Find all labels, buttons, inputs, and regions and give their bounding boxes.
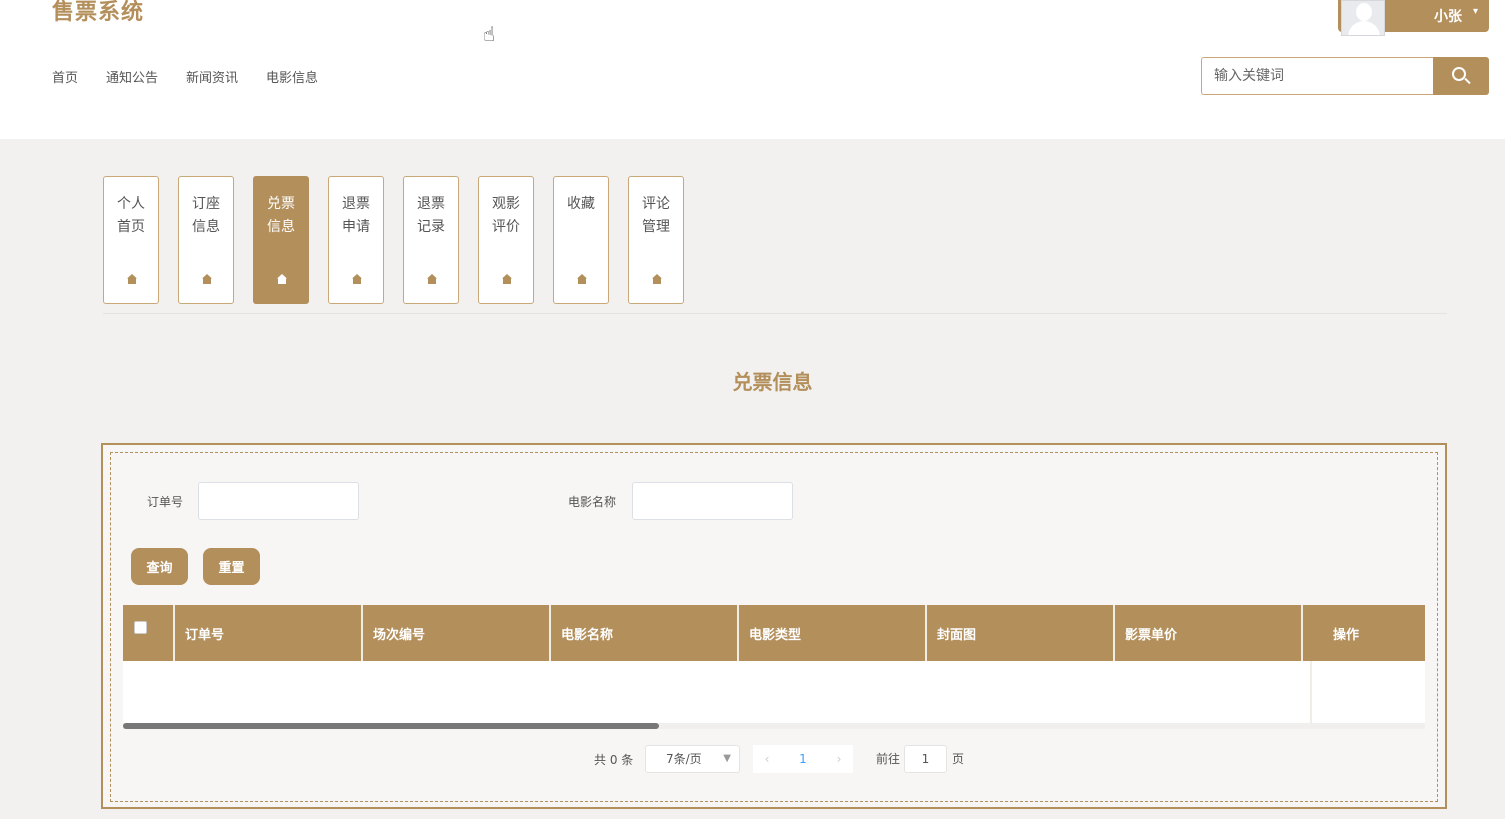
caret-down-icon[interactable]: ▾ <box>1473 6 1478 17</box>
movie-name-input[interactable] <box>632 482 793 520</box>
table-header-select <box>123 605 175 661</box>
reset-button[interactable]: 重置 <box>203 548 260 585</box>
column-header-movie-type[interactable]: 电影类型 <box>739 605 927 661</box>
tab-label: 观影评价 <box>492 196 520 235</box>
table-body-empty <box>123 661 1425 723</box>
column-header-session-no[interactable]: 场次编号 <box>363 605 551 661</box>
nav-item-notices[interactable]: 通知公告 <box>106 67 158 86</box>
tab-label: 退票申请 <box>342 196 370 235</box>
search-button[interactable] <box>1433 57 1489 95</box>
column-header-actions: 操作 <box>1333 627 1360 643</box>
next-page-button[interactable]: › <box>825 745 853 773</box>
search-input[interactable] <box>1201 57 1433 95</box>
nav-item-news[interactable]: 新闻资讯 <box>186 67 238 86</box>
column-header-order-no[interactable]: 订单号 <box>175 605 363 661</box>
query-button[interactable]: 查询 <box>131 548 188 585</box>
table-header: 订单号 场次编号 电影名称 电影类型 封面图 影票单价 操作 <box>123 605 1425 661</box>
search-bar <box>1201 57 1489 95</box>
home-icon <box>652 274 662 284</box>
column-header-movie-name[interactable]: 电影名称 <box>551 605 739 661</box>
tab-label: 收藏 <box>567 196 595 212</box>
home-icon <box>127 274 137 284</box>
avatar[interactable] <box>1341 0 1385 36</box>
home-icon <box>202 274 212 284</box>
tab-label: 评论管理 <box>642 196 670 235</box>
page-size-value: 7条/页 <box>666 752 702 766</box>
tab-refund-record[interactable]: 退票记录 <box>403 176 459 304</box>
tab-personal-home[interactable]: 个人首页 <box>103 176 159 304</box>
app-logo-title[interactable]: 售票系统 <box>52 0 144 26</box>
page-title: 兑票信息 <box>732 370 813 394</box>
goto-label: 前往 <box>876 752 901 766</box>
goto-page-input[interactable]: 1 <box>904 745 947 773</box>
select-all-checkbox[interactable] <box>134 621 147 634</box>
nav-item-home[interactable]: 首页 <box>52 67 78 86</box>
column-header-ticket-price[interactable]: 影票单价 <box>1115 605 1303 661</box>
tab-seat-booking[interactable]: 订座信息 <box>178 176 234 304</box>
home-icon <box>502 274 512 284</box>
page-size-select[interactable]: 7条/页 ▼ <box>645 745 740 773</box>
fixed-column-divider <box>1310 661 1312 723</box>
tab-ticket-redeem[interactable]: 兑票信息 <box>253 176 309 304</box>
tab-comment-management[interactable]: 评论管理 <box>628 176 684 304</box>
tab-label: 兑票信息 <box>267 196 295 235</box>
chevron-left-icon: ‹ <box>764 752 770 766</box>
home-icon <box>427 274 437 284</box>
user-menu[interactable]: 小张 ▾ <box>1338 0 1489 36</box>
tab-label: 个人首页 <box>117 196 145 235</box>
main-nav: 首页 通知公告 新闻资讯 电影信息 <box>52 67 318 86</box>
home-icon <box>277 274 287 284</box>
horizontal-scrollbar[interactable] <box>123 723 1425 729</box>
user-center-tabs: 个人首页 订座信息 兑票信息 退票申请 退票记录 观影评价 收藏 评论管理 <box>103 176 684 304</box>
scrollbar-thumb[interactable] <box>123 723 659 729</box>
order-no-input[interactable] <box>198 482 359 520</box>
home-icon <box>352 274 362 284</box>
goto-suffix: 页 <box>952 752 965 766</box>
tab-favorites[interactable]: 收藏 <box>553 176 609 304</box>
tab-movie-review[interactable]: 观影评价 <box>478 176 534 304</box>
prev-page-button[interactable]: ‹ <box>753 745 781 773</box>
tab-refund-request[interactable]: 退票申请 <box>328 176 384 304</box>
nav-item-movies[interactable]: 电影信息 <box>266 67 318 86</box>
movie-name-label: 电影名称 <box>568 495 617 509</box>
tab-label: 退票记录 <box>417 196 445 235</box>
divider <box>103 313 1447 314</box>
tab-label: 订座信息 <box>192 196 220 235</box>
hand-cursor-icon: ☝ <box>483 22 496 46</box>
user-name[interactable]: 小张 <box>1434 6 1462 26</box>
chevron-down-icon: ▼ <box>723 753 731 764</box>
pagination-total: 共 0 条 <box>594 752 634 767</box>
page-number-current[interactable]: 1 <box>781 745 825 773</box>
column-header-cover[interactable]: 封面图 <box>927 605 1115 661</box>
chevron-right-icon: › <box>836 752 842 766</box>
home-icon <box>577 274 587 284</box>
header: 售票系统 首页 通知公告 新闻资讯 电影信息 ☝ 小张 ▾ <box>0 0 1505 139</box>
order-no-label: 订单号 <box>147 495 184 509</box>
